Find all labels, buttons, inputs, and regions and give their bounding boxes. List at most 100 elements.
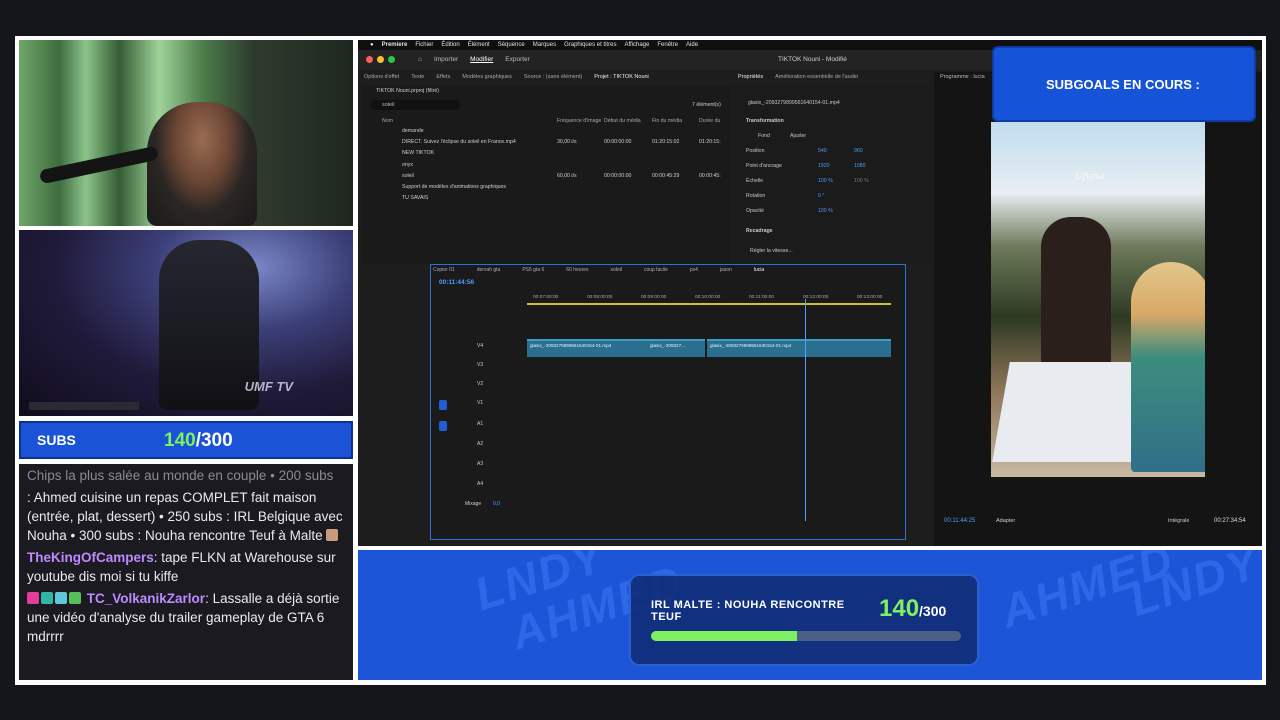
anchor-y-input[interactable]: 1080	[854, 163, 866, 169]
project-item[interactable]: soleil	[402, 173, 414, 179]
menu-marques[interactable]: Marques	[533, 42, 556, 48]
item-count: 7 élément(s)	[692, 102, 721, 108]
tab-effets[interactable]: Effets	[436, 74, 450, 80]
mix-track: Mixage 0,0	[435, 501, 525, 515]
timeline-clip[interactable]: glasix_-209327...	[647, 339, 705, 357]
goal-total: /300	[919, 603, 947, 619]
seq-tab[interactable]: PS5 gta 6	[522, 267, 544, 273]
program-video[interactable]: Ufuria	[991, 122, 1205, 477]
rotation-input[interactable]: 0 °	[818, 193, 824, 199]
item-fps: 30,00 i/s	[557, 139, 577, 145]
timeline-timecode[interactable]: 00:11:44:56	[439, 279, 474, 286]
time-ruler[interactable]: 00:07:00:00 00:08:00:00 00:09:00:00 00:1…	[527, 295, 897, 309]
tab-graphic-templates[interactable]: Modèles graphiques	[462, 74, 512, 80]
umf-tv-logo: UMF TV	[244, 379, 293, 394]
seq-tab-active[interactable]: lucia	[754, 267, 764, 273]
fond-button[interactable]: Fond	[758, 133, 770, 139]
col-duration[interactable]: Durée du	[699, 118, 720, 124]
tab-source[interactable]: Source : (sans élément)	[524, 74, 582, 80]
source-patch-v1[interactable]	[439, 400, 447, 410]
opacity-input[interactable]: 100 %	[818, 208, 833, 214]
position-x-input[interactable]: 540	[818, 148, 827, 154]
woman	[1131, 262, 1205, 472]
nav-modifier[interactable]: Modifier	[470, 56, 493, 63]
quality-select[interactable]: Intégrale	[1168, 518, 1189, 524]
menu-element[interactable]: Élément	[468, 42, 490, 48]
menu-graphiques[interactable]: Graphiques et titres	[564, 42, 616, 48]
source-patch-a1[interactable]	[439, 421, 447, 431]
minimize-icon[interactable]	[377, 56, 384, 63]
fit-select[interactable]: Adapter	[996, 518, 1015, 524]
speed-button[interactable]: Régler la vitesse...	[750, 248, 793, 254]
track-name: A3	[477, 461, 484, 467]
goal-current: 140	[879, 595, 920, 622]
seq-tab[interactable]: coup facile	[644, 267, 668, 273]
seq-tab[interactable]: 60 heures	[566, 267, 588, 273]
maximize-icon[interactable]	[388, 56, 395, 63]
project-item[interactable]: demande	[402, 128, 424, 134]
ruler-tick: 00:13:00:00	[857, 295, 883, 300]
crop-section[interactable]: Recadrage	[746, 228, 773, 234]
tab-effect-options[interactable]: Options d'effet	[364, 74, 399, 80]
timeline-clip[interactable]: glasix_-2093279899561640154-01.mp4	[707, 339, 891, 357]
ruler-tick: 00:10:00:00	[695, 295, 721, 300]
scale-input[interactable]: 100 %	[818, 178, 833, 184]
subs-label: SUBS	[37, 432, 76, 448]
seq-tab[interactable]: dervah gta	[477, 267, 501, 273]
transform-section[interactable]: Transformation	[746, 118, 784, 124]
anchor-x-input[interactable]: 1920	[818, 163, 830, 169]
webcam-feed	[19, 40, 353, 226]
seq-tab[interactable]: jason	[720, 267, 732, 273]
playhead[interactable]	[805, 299, 806, 521]
project-item[interactable]: Support de modèles d'animations graphiqu…	[402, 184, 506, 190]
mix-label: Mixage	[465, 501, 482, 507]
menu-sequence[interactable]: Séquence	[498, 42, 525, 48]
home-icon[interactable]: ⌂	[418, 56, 422, 63]
apple-icon[interactable]: ●	[370, 42, 374, 48]
subs-count: 140/300	[164, 430, 233, 452]
seq-tab[interactable]: ps4	[690, 267, 698, 273]
seq-tab[interactable]: soleil	[611, 267, 622, 273]
item-end: 00:00:45:29	[652, 173, 680, 179]
track-name: A1	[477, 421, 484, 427]
tab-audio-enhance[interactable]: Amélioration essentielle de l'audio	[775, 74, 858, 80]
subs-goal: /300	[195, 430, 233, 451]
nav-exporter[interactable]: Exporter	[505, 56, 530, 63]
project-file: TIKTOK Nouni.prproj (filtré)	[376, 88, 440, 94]
sequence-tabs: Copier 01 dervah gta PS5 gta 6 60 heures…	[431, 267, 764, 273]
menu-fenetre[interactable]: Fenêtre	[657, 42, 678, 48]
nav-importer[interactable]: Importer	[434, 56, 458, 63]
item-start: 00:00:00:00	[604, 139, 632, 145]
col-name[interactable]: Nom	[382, 118, 393, 124]
menu-edition[interactable]: Édition	[441, 42, 459, 48]
tab-texte[interactable]: Texte	[411, 74, 424, 80]
timeline-clip[interactable]: glasix_-2093279899561640154-01.mp4	[527, 339, 647, 357]
work-area-bar[interactable]	[527, 303, 891, 305]
project-item[interactable]: NEW TIKTOK	[402, 150, 434, 156]
ajuster-button[interactable]: Ajuster	[790, 133, 806, 139]
tab-project[interactable]: Projet : TIKTOK Nouni	[594, 74, 649, 80]
tab-properties[interactable]: Propriétés	[738, 74, 763, 80]
menu-premiere[interactable]: Premiere	[382, 42, 408, 48]
position-y-input[interactable]: 960	[854, 148, 863, 154]
menu-fichier[interactable]: Fichier	[415, 42, 433, 48]
menu-affichage[interactable]: Affichage	[624, 42, 649, 48]
chat-username[interactable]: TheKingOfCampers	[27, 550, 154, 565]
col-end[interactable]: Fin du média	[652, 118, 682, 124]
chat-text: : Ahmed cuisine un repas COMPLET fait ma…	[27, 490, 343, 543]
menu-aide[interactable]: Aide	[686, 42, 698, 48]
seq-tab[interactable]: Copier 01	[433, 267, 455, 273]
project-item[interactable]: onyx	[402, 162, 413, 168]
project-search-input[interactable]: soleil	[370, 100, 460, 110]
col-fps[interactable]: Fréquence d'image	[557, 118, 601, 124]
col-start[interactable]: Début du média	[604, 118, 641, 124]
chat-username[interactable]: TC_VolkanikZarlor	[87, 591, 205, 606]
subgoals-header: SUBGOALS EN COURS :	[992, 46, 1256, 122]
goal-progress-bar	[651, 631, 961, 641]
project-item[interactable]: DIRECT. Suivez l'éclipse du soleil en Fr…	[402, 139, 516, 145]
project-item[interactable]: TU SAVAIS	[402, 195, 428, 201]
close-icon[interactable]	[366, 56, 373, 63]
program-timecode[interactable]: 00:11:44:25	[944, 518, 975, 524]
mix-value[interactable]: 0,0	[493, 501, 500, 507]
track-name: V3	[477, 362, 484, 368]
